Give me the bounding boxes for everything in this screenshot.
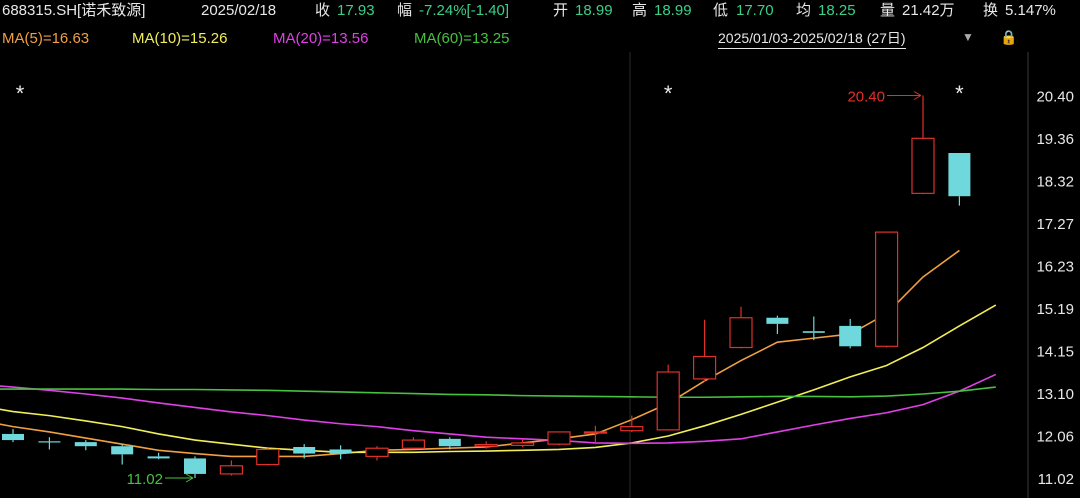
candle-body-up xyxy=(547,431,571,445)
ma-legend: MA(5)=16.63 MA(10)=15.26 MA(20)=13.56 MA… xyxy=(0,27,1080,51)
candle-body-up xyxy=(256,448,280,466)
change-label: 幅 xyxy=(397,2,413,19)
turnover-value: 5.147% xyxy=(1005,2,1056,19)
chevron-down-icon[interactable]: ▼ xyxy=(962,30,974,44)
asterisk-marker: * xyxy=(955,81,964,106)
candle-body-up xyxy=(729,317,753,349)
moving-average-lines xyxy=(0,249,997,458)
candle-body-up xyxy=(874,231,899,347)
y-tick-label: 15.19 xyxy=(1036,301,1074,318)
candle-body-up xyxy=(219,465,243,475)
candle-body-down xyxy=(766,317,789,324)
y-tick-label: 12.06 xyxy=(1036,429,1074,446)
close-label: 收 xyxy=(315,2,331,19)
legend-ma20: MA(20)=13.56 xyxy=(273,30,369,47)
low-value: 17.70 xyxy=(736,2,774,19)
candle-body-up xyxy=(620,426,644,432)
lock-icon[interactable]: 🔒 xyxy=(1000,29,1017,46)
candle-body-up xyxy=(474,443,498,447)
candle-body-up xyxy=(365,447,389,457)
candle-body-down xyxy=(147,456,170,459)
candlestick-chart[interactable]: 11.02 12.06 13.10 14.15 15.19 16.23 17.27 18.32… xyxy=(0,0,1080,498)
y-tick-label: 17.27 xyxy=(1036,216,1074,233)
legend-ma5: MA(5)=16.63 xyxy=(2,30,90,47)
candle-body-down xyxy=(74,442,97,447)
candle-body-up xyxy=(401,439,425,449)
candle-body-down xyxy=(111,446,134,455)
low-label: 低 xyxy=(713,2,729,19)
asterisk-marker: * xyxy=(16,81,25,106)
candle-body-down xyxy=(2,433,24,441)
high-label: 高 xyxy=(632,2,648,19)
candles xyxy=(2,95,971,478)
high-value: 18.99 xyxy=(654,2,692,19)
candle-body-down xyxy=(38,441,61,443)
y-tick-label: 19.36 xyxy=(1036,131,1074,148)
candle-body-up xyxy=(656,371,680,431)
legend-ma60: MA(60)=13.25 xyxy=(414,30,510,47)
y-tick-label: 20.40 xyxy=(1036,89,1074,106)
y-tick-label: 13.10 xyxy=(1036,386,1074,403)
y-axis: 11.02 12.06 13.10 14.15 15.19 16.23 17.27 18.32… xyxy=(1036,89,1074,489)
date-range-selector[interactable]: 2025/01/03-2025/02/18 (27日) xyxy=(718,28,906,49)
change-value: -7.24%[-1.40] xyxy=(419,2,510,19)
open-value: 18.99 xyxy=(575,2,613,19)
candle-body-up xyxy=(692,355,717,380)
candle-body-up xyxy=(583,431,608,434)
symbol: 688315.SH[诺禾致源] xyxy=(2,2,146,19)
avg-value: 18.25 xyxy=(818,2,856,19)
candle-body-down xyxy=(184,458,206,474)
candle-body-up xyxy=(511,442,535,446)
quote-header: 688315.SH[诺禾致源] 2025/02/18 收 17.93 幅 -7.… xyxy=(0,0,1080,24)
close-value: 17.93 xyxy=(337,2,375,19)
max-price-label: 20.40 xyxy=(847,89,885,106)
y-tick-label: 11.02 xyxy=(1038,471,1074,488)
open-label: 开 xyxy=(553,2,569,19)
grid xyxy=(629,52,1029,498)
annotations: 20.40 11.02 * * * xyxy=(16,81,964,488)
ma20-line xyxy=(0,373,997,445)
candle-body-down xyxy=(839,325,862,347)
y-tick-label: 14.15 xyxy=(1036,343,1074,360)
volume-label: 量 xyxy=(880,2,896,19)
quote-date: 2025/02/18 xyxy=(201,2,277,19)
y-tick-label: 18.32 xyxy=(1036,173,1074,190)
candle-body-down xyxy=(802,331,825,333)
candle-body-down xyxy=(293,447,316,454)
volume-value: 21.42万 xyxy=(902,2,955,19)
y-tick-label: 16.23 xyxy=(1036,259,1074,276)
ma60-line xyxy=(0,386,996,399)
candle-body-up xyxy=(911,137,935,194)
candle-body-down xyxy=(438,438,461,447)
turnover-label: 换 xyxy=(983,2,999,19)
asterisk-marker: * xyxy=(664,81,673,106)
min-price-label: 11.02 xyxy=(127,471,163,488)
avg-label: 均 xyxy=(796,2,812,19)
candle-body-down xyxy=(948,152,971,197)
legend-ma10: MA(10)=15.26 xyxy=(132,30,228,47)
candle-body-down xyxy=(329,449,352,454)
